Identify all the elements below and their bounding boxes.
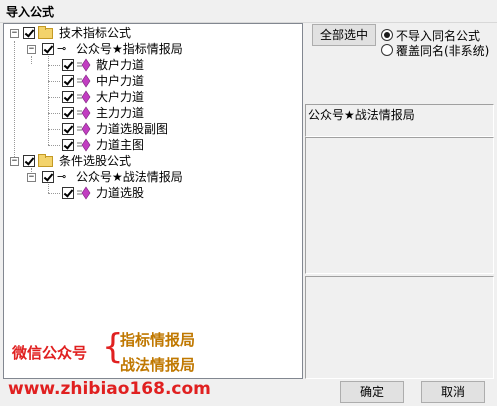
tree-item[interactable]: 主力力道	[4, 105, 300, 121]
detail-panel	[305, 276, 494, 379]
item-checkbox[interactable]	[62, 139, 74, 151]
item-checkbox[interactable]	[62, 187, 74, 199]
tree-node-formula-set[interactable]: − ⊸ 公众号★指标情报局	[4, 41, 300, 57]
collapse-icon[interactable]: −	[10, 29, 19, 38]
tree-item[interactable]: 力道主图	[4, 137, 300, 153]
cancel-button[interactable]: 取消	[421, 381, 485, 403]
ok-button[interactable]: 确定	[340, 381, 404, 403]
group-label: 条件选股公式	[59, 154, 132, 168]
tree-group-technical[interactable]: − 技术指标公式	[4, 25, 300, 41]
select-all-button[interactable]: 全部选中	[312, 24, 376, 46]
key-icon: ⊸	[57, 170, 67, 183]
group-checkbox[interactable]	[23, 27, 35, 39]
item-label: 大户力道	[96, 90, 145, 104]
description-panel	[305, 137, 494, 274]
watermark-prefix: 微信公众号	[12, 344, 88, 362]
group-label: 技术指标公式	[59, 26, 132, 40]
item-label: 散户力道	[96, 58, 145, 72]
formula-icon	[77, 106, 91, 120]
node-checkbox[interactable]	[42, 43, 54, 55]
item-checkbox[interactable]	[62, 75, 74, 87]
group-checkbox[interactable]	[23, 155, 35, 167]
formula-tree[interactable]: − 技术指标公式 − ⊸ 公众号★指标情报局 散户力道 中户力道 大户力道 主力…	[3, 23, 303, 379]
folder-icon	[38, 154, 53, 167]
folder-icon	[38, 26, 53, 39]
formula-info-text: 公众号★战法情报局	[308, 108, 415, 122]
radio-overwrite[interactable]	[381, 44, 393, 56]
watermark-line2: 战法情报局	[120, 356, 196, 374]
tree-item[interactable]: 力道选股副图	[4, 121, 300, 137]
radio-overwrite-label: 覆盖同名(非系统)	[396, 44, 490, 58]
formula-icon	[77, 186, 91, 200]
tree-item[interactable]: 中户力道	[4, 73, 300, 89]
item-label: 中户力道	[96, 74, 145, 88]
item-checkbox[interactable]	[62, 123, 74, 135]
tree-node-formula-set[interactable]: − ⊸ 公众号★战法情报局	[4, 169, 300, 185]
formula-icon	[77, 138, 91, 152]
node-label: 公众号★战法情报局	[76, 170, 183, 184]
item-checkbox[interactable]	[62, 91, 74, 103]
collapse-icon[interactable]: −	[27, 45, 36, 54]
node-checkbox[interactable]	[42, 171, 54, 183]
watermark-url: www.zhibiao168.com	[8, 379, 211, 399]
title-bar: 导入公式	[0, 0, 497, 23]
item-label: 力道主图	[96, 138, 145, 152]
formula-icon	[77, 90, 91, 104]
radio-skip-duplicates[interactable]	[381, 29, 393, 41]
item-label: 主力力道	[96, 106, 145, 120]
collapse-icon[interactable]: −	[27, 173, 36, 182]
item-checkbox[interactable]	[62, 59, 74, 71]
formula-icon	[77, 122, 91, 136]
formula-icon	[77, 58, 91, 72]
item-label: 力道选股副图	[96, 122, 169, 136]
tree-item[interactable]: 散户力道	[4, 57, 300, 73]
node-label: 公众号★指标情报局	[76, 42, 183, 56]
formula-icon	[77, 74, 91, 88]
key-icon: ⊸	[57, 42, 67, 55]
watermark-line1: 指标情报局	[120, 331, 196, 349]
formula-info-panel: 公众号★战法情报局	[305, 104, 494, 137]
item-label: 力道选股	[96, 186, 145, 200]
tree-item[interactable]: 大户力道	[4, 89, 300, 105]
window-title: 导入公式	[6, 5, 55, 19]
item-checkbox[interactable]	[62, 107, 74, 119]
tree-item[interactable]: 力道选股	[4, 185, 300, 201]
collapse-icon[interactable]: −	[10, 157, 19, 166]
tree-group-screening[interactable]: − 条件选股公式	[4, 153, 300, 169]
